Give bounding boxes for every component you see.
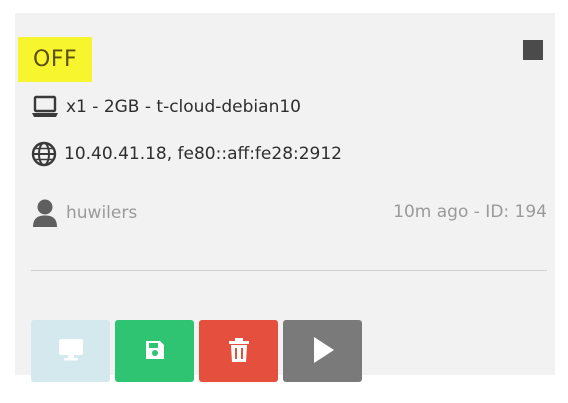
divider <box>31 270 547 271</box>
action-bar <box>31 320 362 382</box>
ip-info-row: 10.40.41.18, fe80::aff:fe28:2912 <box>31 141 342 167</box>
save-button[interactable] <box>115 320 194 382</box>
floppy-disk-icon <box>144 339 166 364</box>
laptop-icon <box>31 95 59 119</box>
trash-icon <box>228 337 250 366</box>
user-icon <box>31 198 59 228</box>
server-info-text: x1 - 2GB - t-cloud-debian10 <box>66 97 301 117</box>
monitor-icon <box>58 338 84 365</box>
start-button[interactable] <box>283 320 362 382</box>
status-badge: OFF <box>18 37 93 82</box>
owner-name: huwilers <box>66 203 138 223</box>
owner-row: huwilers <box>31 198 137 228</box>
delete-button[interactable] <box>199 320 278 382</box>
server-info-row: x1 - 2GB - t-cloud-debian10 <box>31 94 301 120</box>
play-icon <box>311 336 335 367</box>
console-button[interactable] <box>31 320 110 382</box>
vm-card: OFF x1 - 2GB - t-cloud-debian10 10.40.41… <box>15 13 555 382</box>
stop-square-icon[interactable] <box>523 40 543 60</box>
globe-icon <box>31 141 57 167</box>
created-id-info: 10m ago - ID: 194 <box>393 202 547 222</box>
ip-info-text: 10.40.41.18, fe80::aff:fe28:2912 <box>64 144 343 164</box>
